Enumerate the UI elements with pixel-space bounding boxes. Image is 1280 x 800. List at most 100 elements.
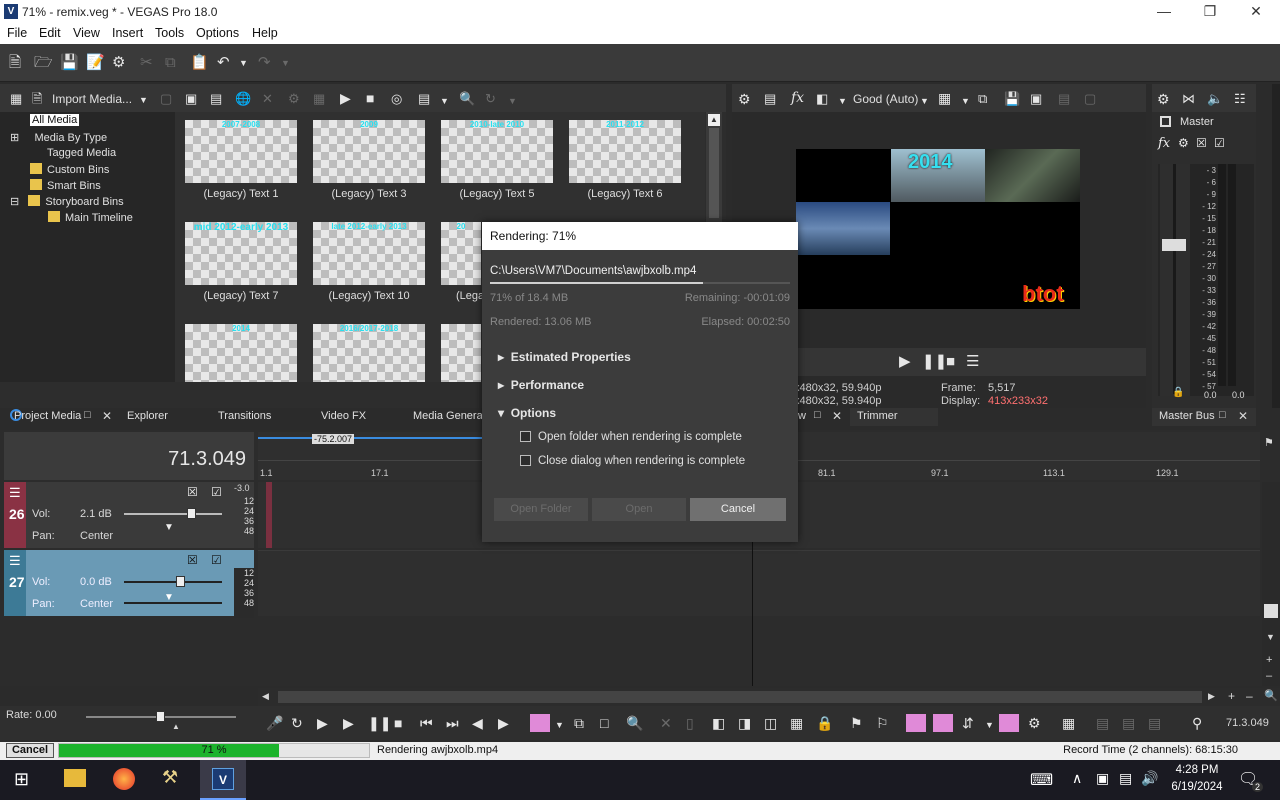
go-to-end-icon[interactable]: ⏭ bbox=[446, 715, 459, 731]
media-tree-icon[interactable]: ▦ bbox=[10, 91, 22, 107]
tab-media-generators[interactable]: Media Generat bbox=[413, 410, 486, 422]
media-thumb[interactable]: 2016/2017-2018 bbox=[313, 324, 425, 382]
split-screen-icon[interactable]: ◧ bbox=[816, 91, 828, 107]
media-properties-icon[interactable]: ▦ bbox=[313, 91, 325, 107]
scroll-left-icon[interactable]: ◀ bbox=[262, 691, 269, 702]
disabled-tool-1-icon[interactable]: ▤ bbox=[1096, 715, 1109, 731]
close-dialog-option[interactable]: Close dialog when rendering is complete bbox=[520, 455, 745, 467]
preview-device-icon[interactable]: ▤ bbox=[764, 91, 776, 107]
video-fx-icon[interactable]: fx bbox=[791, 90, 804, 106]
volume-slider[interactable] bbox=[124, 581, 222, 583]
menu-view[interactable]: View bbox=[73, 26, 100, 40]
overlay-dropdown-icon[interactable]: ▼ bbox=[961, 93, 970, 109]
edit-tool-dropdown-icon[interactable]: ▼ bbox=[555, 717, 564, 733]
file-explorer-icon[interactable] bbox=[64, 769, 86, 787]
preview-menu-icon[interactable]: ☰ bbox=[966, 354, 979, 370]
master-settings-gear-icon[interactable]: ⚙ bbox=[1157, 91, 1170, 107]
marker-flag-icon[interactable]: ⚑ bbox=[1264, 436, 1274, 449]
save-snapshot-icon[interactable]: 💾 bbox=[1004, 91, 1020, 107]
views-dropdown-icon[interactable]: ▼ bbox=[440, 93, 449, 109]
vegas-taskbar-button[interactable]: V bbox=[200, 760, 246, 800]
track-27-lane[interactable] bbox=[258, 550, 1260, 616]
extract-audio-icon[interactable]: ▤ bbox=[210, 91, 222, 107]
menu-help[interactable]: Help bbox=[252, 26, 278, 40]
scroll-up-icon[interactable]: ▲ bbox=[708, 114, 720, 126]
scroll-thumb[interactable] bbox=[709, 128, 719, 218]
audio-event[interactable] bbox=[266, 482, 272, 548]
master-mute-icon[interactable]: ☒ bbox=[1196, 136, 1207, 150]
insert-marker-icon[interactable]: ⚑ bbox=[850, 715, 863, 731]
normal-edit-tool-icon[interactable] bbox=[530, 714, 550, 732]
zoom-out-vertical-icon[interactable]: – bbox=[1266, 670, 1272, 682]
ripple-dropdown-icon[interactable]: ▼ bbox=[985, 717, 994, 733]
cancel-render-button[interactable]: Cancel bbox=[690, 498, 786, 521]
media-thumb[interactable] bbox=[441, 324, 481, 382]
tree-smart-bins[interactable]: Smart Bins bbox=[30, 179, 101, 192]
envelope-tool-icon[interactable]: ⧉ bbox=[574, 715, 584, 731]
remove-icon[interactable]: ✕ bbox=[262, 91, 273, 107]
event-pan-crop-icon[interactable]: ▦ bbox=[1062, 715, 1075, 731]
tab-close-icon[interactable]: ✕ bbox=[102, 409, 112, 423]
play-icon[interactable]: ▶ bbox=[343, 715, 354, 731]
views-icon[interactable]: ▤ bbox=[418, 91, 430, 107]
undo-dropdown-icon[interactable]: ▼ bbox=[239, 55, 248, 71]
dim-output-icon[interactable]: 🔈 bbox=[1207, 91, 1223, 107]
redo-dropdown-icon[interactable]: ▼ bbox=[281, 55, 290, 71]
audio-track-26[interactable]: ☰ 26 ☒ ☑ Vol: 2.1 dB Pan: Center ▼ -3.0 bbox=[4, 482, 254, 548]
section-performance[interactable]: ▸ Performance bbox=[498, 378, 584, 392]
pan-slider-knob[interactable]: ▼ bbox=[164, 592, 174, 603]
tree-media-by-type[interactable]: ⊞ Media By Type bbox=[10, 131, 107, 144]
open-folder-option[interactable]: Open folder when rendering is complete bbox=[520, 431, 742, 443]
keyboard-icon[interactable]: ⌨ bbox=[1030, 770, 1053, 790]
loop-region-bar[interactable] bbox=[258, 437, 488, 439]
insert-region-icon[interactable]: ⚐ bbox=[876, 715, 889, 731]
preview-close-icon[interactable]: ✕ bbox=[832, 409, 842, 423]
tab-video-preview[interactable]: w bbox=[798, 410, 806, 422]
split-dropdown-icon[interactable]: ▼ bbox=[838, 93, 847, 109]
firefox-icon[interactable] bbox=[113, 768, 135, 790]
import-icon[interactable]: 🗎 bbox=[32, 91, 42, 107]
audio-track-27[interactable]: ☰ 27 ☒ ☑ Vol: 0.0 dB Pan: Center ▼ bbox=[4, 550, 254, 616]
preview-mode-icon[interactable]: ▣ bbox=[1030, 91, 1042, 107]
play-from-start-icon[interactable]: ▶ bbox=[317, 715, 328, 731]
minimize-button[interactable]: — bbox=[1141, 0, 1187, 24]
pause-icon[interactable]: ❚❚ bbox=[368, 715, 391, 731]
volume-slider-knob[interactable] bbox=[187, 508, 196, 519]
scroll-down-icon[interactable]: ▼ bbox=[1266, 632, 1275, 642]
trim-end-icon[interactable]: ◨ bbox=[738, 715, 751, 731]
timeline-hscroll[interactable]: ◀ ▶ + – 🔍 bbox=[258, 688, 1280, 706]
media-thumb[interactable]: 2007-2008 bbox=[185, 120, 297, 183]
preview-play-icon[interactable]: ▶ bbox=[899, 354, 911, 370]
extra-view-icon[interactable]: ▢ bbox=[1084, 91, 1096, 107]
preview-pause-icon[interactable]: ❚❚ bbox=[922, 354, 947, 370]
mixer-faders-icon[interactable]: ☷ bbox=[1234, 91, 1246, 107]
downmix-icon[interactable]: ⋈ bbox=[1182, 91, 1195, 107]
import-media-button[interactable]: Import Media... bbox=[52, 92, 132, 106]
volume-icon[interactable]: 🔊 bbox=[1141, 770, 1158, 787]
trim-icon[interactable]: ▯ bbox=[686, 715, 694, 731]
auto-preview-icon[interactable]: ◎ bbox=[391, 91, 402, 107]
tab-transitions[interactable]: Transitions bbox=[218, 410, 271, 422]
hscroll-thumb[interactable] bbox=[278, 691, 1202, 703]
tools-app-icon[interactable]: ⚒ bbox=[162, 767, 178, 788]
tree-tagged-media[interactable]: Tagged Media bbox=[47, 147, 116, 159]
refresh-dropdown-icon[interactable]: ▼ bbox=[508, 93, 517, 109]
media-thumb[interactable]: 20 bbox=[441, 222, 481, 285]
master-solo-icon[interactable]: ☑ bbox=[1214, 136, 1225, 150]
media-thumb[interactable]: 2014 bbox=[185, 324, 297, 382]
previous-frame-icon[interactable]: ◀ bbox=[472, 715, 483, 731]
menu-file[interactable]: File bbox=[7, 26, 27, 40]
tree-custom-bins[interactable]: Custom Bins bbox=[30, 163, 109, 176]
master-undock-icon[interactable]: □ bbox=[1219, 409, 1226, 421]
next-frame-icon[interactable]: ▶ bbox=[498, 715, 509, 731]
track-menu-icon[interactable]: ☰ bbox=[9, 485, 21, 501]
section-options[interactable]: ▾ Options bbox=[498, 406, 556, 420]
undo-icon[interactable]: ↶ bbox=[217, 55, 230, 71]
menu-edit[interactable]: Edit bbox=[39, 26, 61, 40]
import-dropdown-icon[interactable]: ▼ bbox=[139, 92, 148, 108]
open-folder-button[interactable]: Open Folder bbox=[494, 498, 588, 521]
ripple-mode-icon[interactable]: ⇵ bbox=[962, 715, 974, 731]
preview-quality-select[interactable]: Good (Auto) bbox=[853, 92, 918, 106]
tree-main-timeline[interactable]: Main Timeline bbox=[48, 211, 133, 224]
tab-video-fx[interactable]: Video FX bbox=[321, 410, 366, 422]
